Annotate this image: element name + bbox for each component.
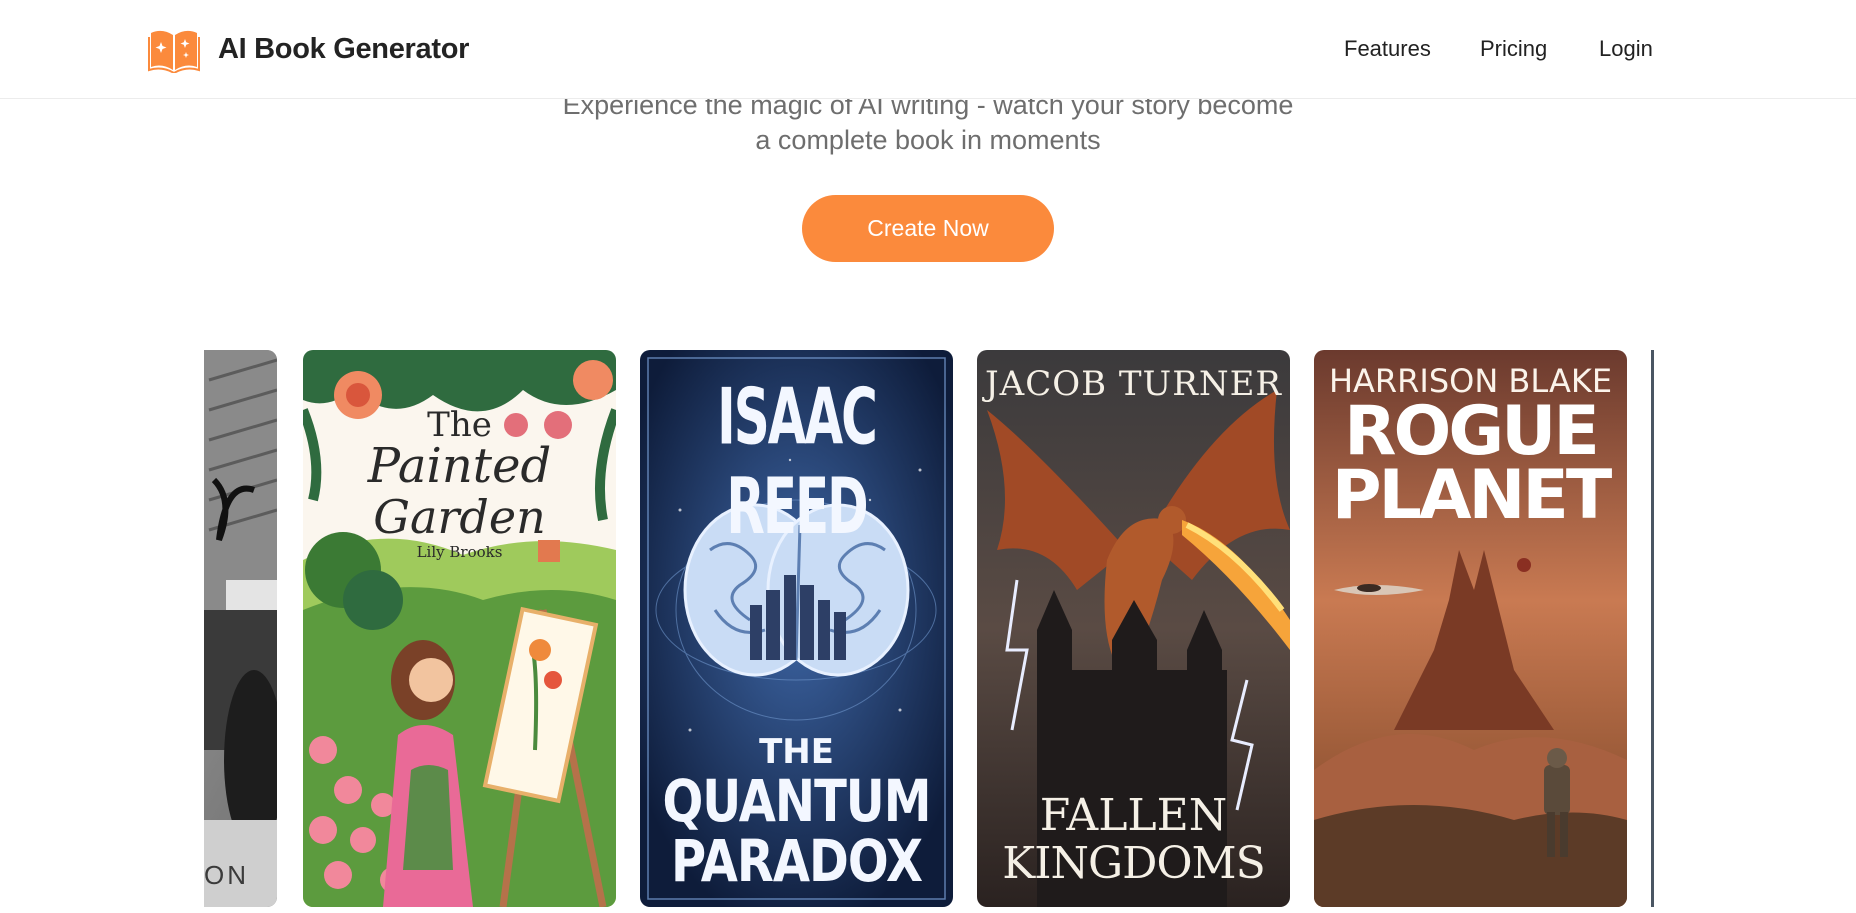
nav-pricing-link[interactable]: Pricing: [1480, 36, 1547, 62]
next-cover-sliver: [1651, 350, 1654, 907]
nav-login-link[interactable]: Login: [1599, 36, 1653, 62]
fallen-kingdoms-title-kingdoms: KINGDOMS: [1002, 838, 1265, 889]
book-card-painted-garden[interactable]: The Painted Garden Lily Brooks: [303, 350, 616, 907]
nav-features-link[interactable]: Features: [1344, 36, 1431, 62]
rogue-planet-title-planet: PLANET: [1331, 456, 1613, 535]
book-card-rogue-planet[interactable]: HARRISON BLAKE ROGUE PLANET: [1314, 350, 1627, 907]
painted-garden-author: Lily Brooks: [416, 543, 503, 561]
book-carousel[interactable]: ON The Painted Garden Lily Brooks ISAAC …: [204, 350, 1654, 907]
quantum-paradox-title-quantum: QUANTUM: [662, 768, 931, 836]
hero-subtitle-line-2: a complete book in moments: [755, 125, 1101, 155]
book-card-next[interactable]: [1651, 350, 1654, 907]
city-cover-art: [204, 350, 277, 907]
city-cover-title-fragment: ON: [204, 860, 249, 890]
fallen-kingdoms-title-fallen: FALLEN: [1039, 790, 1228, 841]
quantum-paradox-author: ISAAC REED: [717, 372, 878, 552]
painted-garden-title-garden: Garden: [373, 490, 546, 544]
quantum-paradox-title-paradox: PARADOX: [671, 828, 923, 896]
book-card-quantum-paradox[interactable]: ISAAC REED THE QUANTUM PARADOX: [640, 350, 953, 907]
fallen-kingdoms-author: JACOB TURNER: [985, 364, 1282, 404]
open-book-sparkle-icon: [148, 30, 200, 73]
logo[interactable]: AI Book Generator: [148, 25, 469, 73]
quantum-paradox-title-the: THE: [759, 732, 834, 772]
painted-garden-title-painted: Painted: [367, 438, 552, 494]
book-card-city[interactable]: ON: [204, 350, 277, 907]
create-now-button[interactable]: Create Now: [802, 195, 1054, 262]
top-navbar: AI Book Generator Features Pricing Login: [0, 0, 1856, 99]
brand-name: AI Book Generator: [218, 32, 470, 65]
book-card-fallen-kingdoms[interactable]: JACOB TURNER FALLEN KINGDOMS: [977, 350, 1290, 907]
